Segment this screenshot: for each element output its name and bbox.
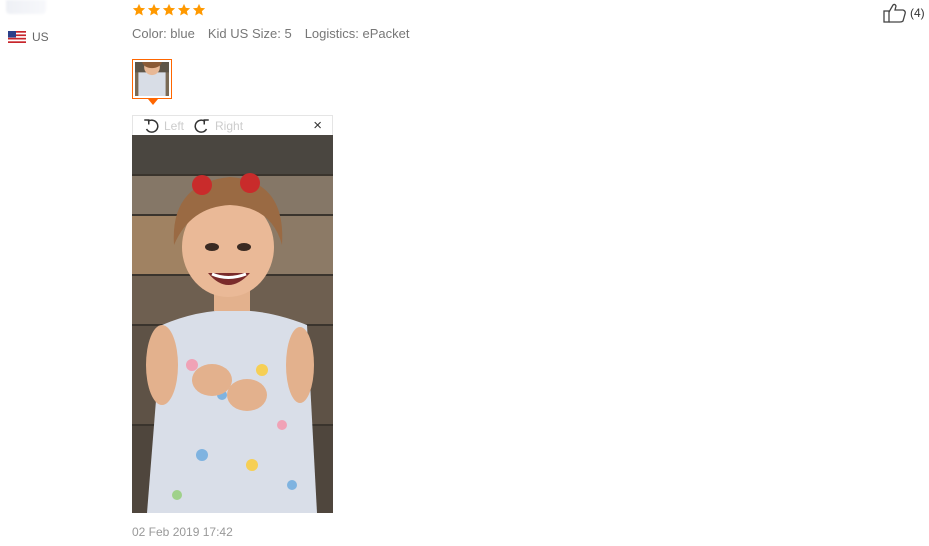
attribute-size: Kid US Size: 5: [207, 26, 292, 41]
review-photo: [132, 135, 333, 513]
attribute-color: Color: blue: [132, 26, 195, 41]
rotate-left-icon: [144, 118, 159, 133]
photo-viewer-toolbar: Left Right ×: [132, 115, 333, 135]
attribute-logistics: Logistics: ePacket: [304, 26, 410, 41]
star-icon: [132, 3, 146, 16]
photo-viewer: Left Right ×: [132, 115, 333, 513]
thumbs-up-icon: [883, 3, 906, 23]
reviewer-name-blurred: [6, 0, 46, 14]
rotate-right-icon: [194, 118, 209, 133]
star-icon: [177, 3, 191, 16]
helpful-button[interactable]: (4): [883, 3, 925, 23]
star-rating: [132, 3, 206, 17]
star-icon: [147, 3, 161, 16]
close-icon[interactable]: ×: [313, 117, 322, 134]
us-flag-icon: [8, 31, 26, 43]
helpful-count: (4): [910, 6, 925, 20]
rotate-left-label: Left: [164, 118, 185, 133]
star-icon: [162, 3, 176, 16]
star-icon: [192, 3, 206, 16]
review-photo-thumbnail[interactable]: [132, 59, 172, 99]
rotate-right-label: Right: [215, 118, 244, 133]
thumbnail-active-caret: [148, 99, 158, 105]
country-code: US: [32, 30, 49, 44]
review-date: 02 Feb 2019 17:42: [132, 525, 233, 539]
rotate-left-button[interactable]: Left: [142, 117, 184, 135]
order-attributes: Color: blue Kid US Size: 5 Logistics: eP…: [132, 26, 409, 41]
reviewer-country: US: [8, 30, 49, 44]
rotate-right-button[interactable]: Right: [193, 117, 243, 135]
reviewer-info: US: [0, 0, 120, 546]
thumbnail-photo: [135, 62, 169, 96]
